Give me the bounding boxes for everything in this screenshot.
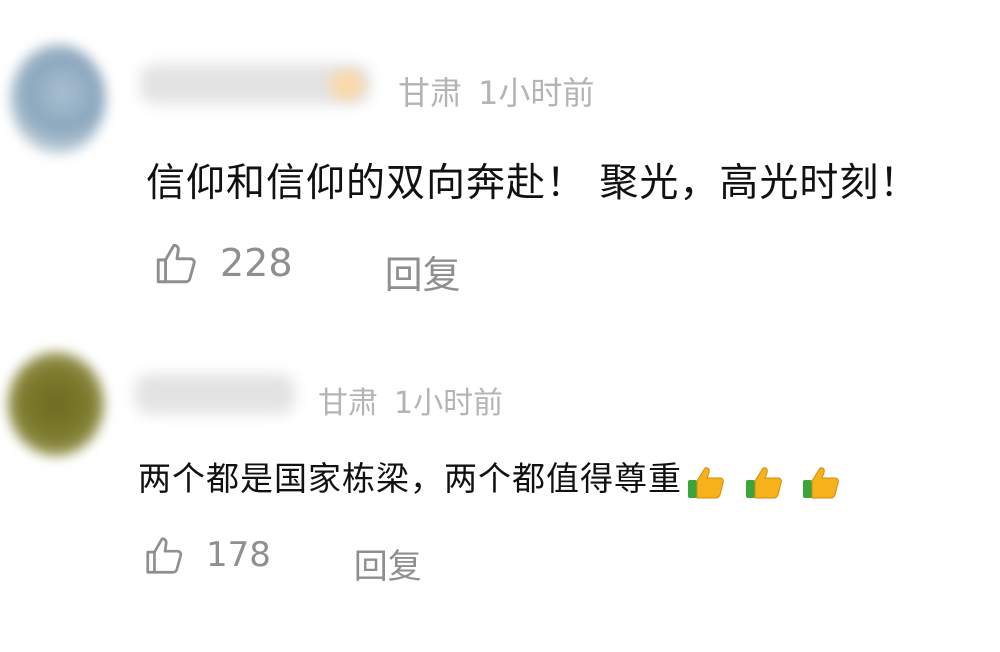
username-blurred[interactable] [135, 374, 295, 414]
comment-text: 信仰和信仰的双向奔赴！ 聚光，高光时刻！ [146, 161, 920, 206]
avatar[interactable] [10, 44, 106, 154]
avatar[interactable] [8, 352, 104, 456]
reply-button[interactable]: 回复 [354, 539, 422, 588]
thumbs-up-emoji-icon [688, 467, 724, 499]
thumbs-up-icon [156, 243, 196, 284]
comment-meta: 甘肃 1小时前 [398, 68, 594, 114]
thumbs-up-emoji-icon [803, 467, 839, 499]
comment-time: 1小时前 [394, 386, 504, 421]
like-button[interactable]: 228 [152, 238, 293, 288]
comment-time: 1小时前 [478, 74, 595, 112]
comment-text: 两个都是国家栋梁，两个都值得尊重 [138, 459, 682, 498]
comment-location: 甘肃 [318, 386, 378, 421]
like-button[interactable]: 178 [142, 532, 271, 578]
like-count: 228 [220, 241, 293, 285]
thumbs-up-emoji-icon [745, 467, 782, 499]
comment-actions: 178 回复 [142, 532, 422, 588]
comment-actions: 228 回复 [152, 238, 461, 299]
comment-text-row: 两个都是国家栋梁，两个都值得尊重 [138, 452, 847, 500]
user-badge-blurred [330, 70, 364, 100]
comment-meta: 甘肃 1小时前 [318, 378, 503, 422]
comment-location: 甘肃 [398, 74, 463, 112]
thumbs-up-icon [146, 537, 183, 574]
like-count: 178 [206, 535, 271, 575]
reply-button[interactable]: 回复 [385, 244, 461, 299]
emoji-row [686, 461, 847, 501]
